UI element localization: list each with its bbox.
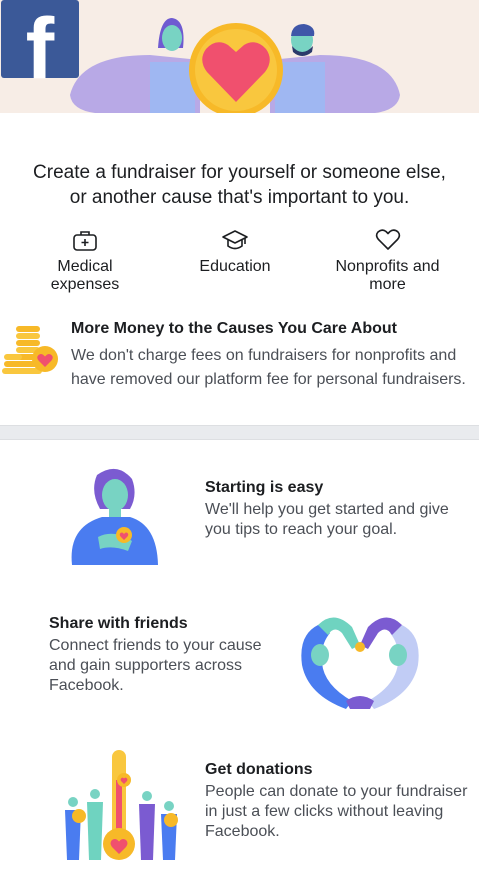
cause-nonprofits-label: Nonprofits and more xyxy=(315,258,460,294)
cause-medical-label-line2: expenses xyxy=(50,276,120,293)
intro-text: Create a fundraiser for yourself or some… xyxy=(0,160,479,210)
cause-education-label-line1: Education xyxy=(199,258,271,275)
heart-outline-icon xyxy=(375,229,400,250)
step-share-friends: Share with friends Connect friends to yo… xyxy=(49,614,279,696)
intro-line-2: or another cause that's important to you… xyxy=(69,187,410,208)
step-get-donations-text: People can donate to your fundraiser in … xyxy=(205,783,468,840)
step-starting-easy-text: We'll help you get started and give you … xyxy=(205,501,449,538)
coin-stack-icon xyxy=(2,326,58,374)
step-starting-easy: Starting is easy We'll help you get star… xyxy=(205,478,465,540)
step-get-donations: Get donations People can donate to your … xyxy=(205,760,470,842)
facebook-logo[interactable]: f xyxy=(1,0,79,92)
graduation-cap-icon xyxy=(222,230,248,250)
step-share-friends-title: Share with friends xyxy=(49,615,188,632)
cause-nonprofits[interactable]: Nonprofits and more xyxy=(315,228,460,294)
step-starting-easy-title: Starting is easy xyxy=(205,479,324,496)
starting-easy-illustration xyxy=(71,468,158,565)
get-donations-illustration xyxy=(65,750,178,860)
step-get-donations-title: Get donations xyxy=(205,761,313,778)
cause-nonprofits-label-line2: more xyxy=(369,276,406,293)
intro-line-1: Create a fundraiser for yourself or some… xyxy=(33,162,446,183)
cause-education[interactable]: Education xyxy=(185,228,285,276)
cause-medical-label: Medical expenses xyxy=(35,258,135,294)
promo-title: More Money to the Causes You Care About xyxy=(71,320,397,337)
cause-education-label: Education xyxy=(185,258,285,276)
share-friends-illustration xyxy=(301,617,419,709)
hero-banner: f xyxy=(0,0,479,113)
facebook-logo-letter: f xyxy=(25,1,55,97)
step-share-friends-text: Connect friends to your cause and gain s… xyxy=(49,637,262,694)
cause-medical-label-line1: Medical xyxy=(57,258,113,275)
fee-promo: More Money to the Causes You Care About … xyxy=(0,318,479,418)
promo-text: We don't charge fees on fundraisers for … xyxy=(71,347,466,388)
cause-nonprofits-label-line1: Nonprofits and xyxy=(335,258,440,275)
section-divider xyxy=(0,425,479,440)
cause-medical[interactable]: Medical expenses xyxy=(35,230,135,294)
medical-kit-icon xyxy=(73,231,97,251)
